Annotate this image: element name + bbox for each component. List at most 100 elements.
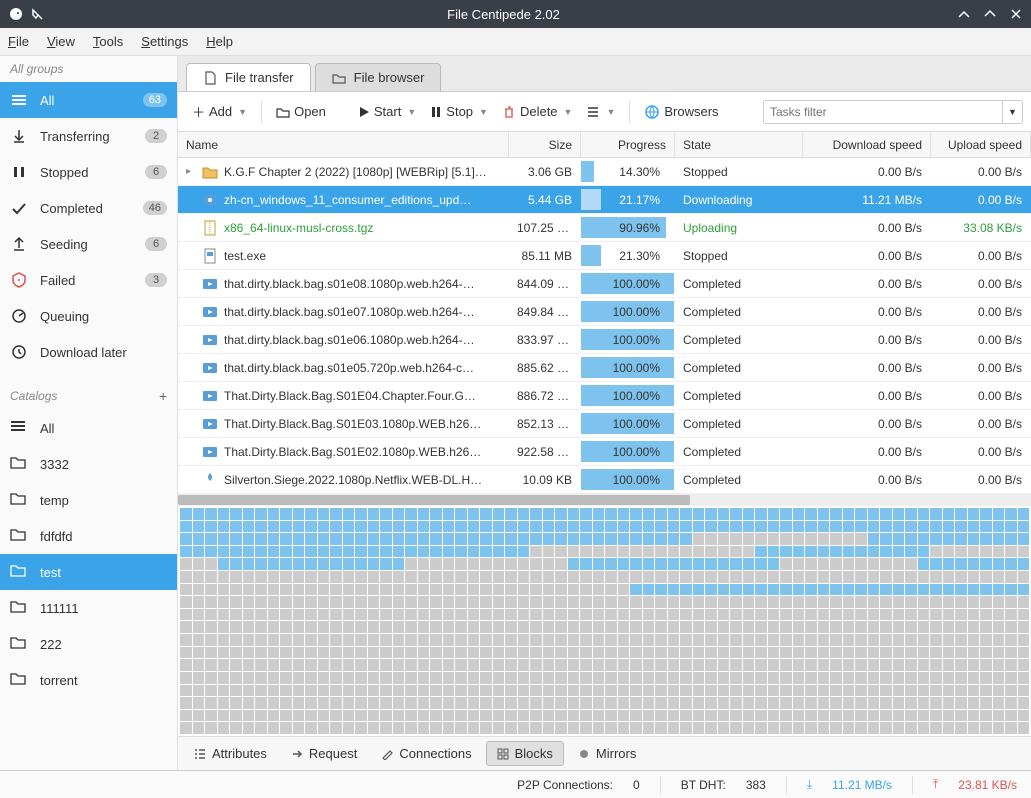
block <box>430 621 442 633</box>
start-button[interactable]: Start▼ <box>352 100 422 123</box>
catalog-item[interactable]: test <box>0 554 177 590</box>
table-row[interactable]: That.Dirty.Black.Bag.S01E03.1080p.WEB.h2… <box>178 410 1031 438</box>
block <box>468 647 480 659</box>
catalog-label: temp <box>40 493 69 508</box>
table-row[interactable]: zh-cn_windows_11_consumer_editions_upd… … <box>178 186 1031 214</box>
tab-attributes[interactable]: Attributes <box>184 742 277 765</box>
block <box>980 659 992 671</box>
menu-tools[interactable]: Tools <box>93 34 123 49</box>
menu-button[interactable]: ▼ <box>580 101 621 123</box>
table-row[interactable]: that.dirty.black.bag.s01e05.720p.web.h26… <box>178 354 1031 382</box>
table-row[interactable]: that.dirty.black.bag.s01e07.1080p.web.h2… <box>178 298 1031 326</box>
menu-help[interactable]: Help <box>206 34 233 49</box>
tab-request[interactable]: Request <box>281 742 367 765</box>
browsers-button[interactable]: Browsers <box>638 100 724 124</box>
table-row[interactable]: test.exe 85.11 MB 21.30% Stopped 0.00 B/… <box>178 242 1031 270</box>
block <box>805 546 817 558</box>
block <box>755 647 767 659</box>
add-button[interactable]: ＋ Add▼ <box>186 98 253 125</box>
table-row[interactable]: ▸ K.G.F Chapter 2 (2022) [1080p] [WEBRip… <box>178 158 1031 186</box>
block <box>843 710 855 722</box>
open-button[interactable]: Open <box>270 100 332 123</box>
table-row[interactable]: That.Dirty.Black.Bag.S01E04.Chapter.Four… <box>178 382 1031 410</box>
block <box>255 634 267 646</box>
catalog-item[interactable]: 3332 <box>0 446 177 482</box>
col-state[interactable]: State <box>675 132 803 157</box>
col-progress[interactable]: Progress <box>581 132 675 157</box>
tasks-filter-dropdown[interactable]: ▼ <box>1003 100 1023 124</box>
block <box>793 521 805 533</box>
block <box>393 685 405 697</box>
block <box>755 546 767 558</box>
menu-view[interactable]: View <box>47 34 75 49</box>
dl-speed: 0.00 B/s <box>803 165 931 179</box>
tab-blocks[interactable]: Blocks <box>486 741 564 766</box>
block <box>968 634 980 646</box>
catalog-item[interactable]: 111111 <box>0 590 177 626</box>
block <box>455 697 467 709</box>
block <box>843 621 855 633</box>
close-button[interactable] <box>1009 7 1023 21</box>
block <box>768 508 780 520</box>
catalog-item[interactable]: fdfdfd <box>0 518 177 554</box>
block <box>430 659 442 671</box>
block <box>980 685 992 697</box>
sidebar-group-seeding[interactable]: Seeding6 <box>0 226 177 262</box>
block <box>568 546 580 558</box>
block <box>730 621 742 633</box>
sidebar-group-stopped[interactable]: Stopped6 <box>0 154 177 190</box>
block <box>643 685 655 697</box>
horizontal-scrollbar[interactable] <box>178 494 1031 506</box>
col-ul[interactable]: Upload speed <box>931 132 1031 157</box>
maximize-button[interactable] <box>983 7 997 21</box>
block <box>480 521 492 533</box>
stop-button[interactable]: Stop▼ <box>424 100 494 123</box>
sidebar-group-queuing[interactable]: Queuing <box>0 298 177 334</box>
catalog-item[interactable]: temp <box>0 482 177 518</box>
catalog-item[interactable]: torrent <box>0 662 177 698</box>
block <box>218 659 230 671</box>
tasks-filter-input[interactable] <box>763 100 1003 124</box>
block <box>480 508 492 520</box>
sidebar-group-failed[interactable]: Failed3 <box>0 262 177 298</box>
sidebar-group-completed[interactable]: Completed46 <box>0 190 177 226</box>
block <box>655 647 667 659</box>
block <box>868 659 880 671</box>
sidebar: All groups All63Transferring2Stopped6Com… <box>0 56 178 770</box>
block <box>268 621 280 633</box>
block <box>480 722 492 734</box>
tab-connections[interactable]: Connections <box>371 742 481 765</box>
block <box>218 647 230 659</box>
expand-icon[interactable]: ▸ <box>186 166 196 177</box>
block <box>418 634 430 646</box>
tab-mirrors[interactable]: Mirrors <box>568 742 646 765</box>
block <box>980 508 992 520</box>
col-dl[interactable]: Download speed <box>803 132 931 157</box>
delete-button[interactable]: Delete▼ <box>496 100 579 123</box>
sidebar-group-transferring[interactable]: Transferring2 <box>0 118 177 154</box>
tab-file-transfer[interactable]: File transfer <box>186 63 311 91</box>
add-catalog-button[interactable]: + <box>159 388 167 404</box>
table-row[interactable]: x86_64-linux-musl-cross.tgz 107.25 MB 90… <box>178 214 1031 242</box>
table-row[interactable]: that.dirty.black.bag.s01e08.1080p.web.h2… <box>178 270 1031 298</box>
block <box>768 672 780 684</box>
block <box>693 634 705 646</box>
sidebar-group-all[interactable]: All63 <box>0 82 177 118</box>
catalog-item[interactable]: 222 <box>0 626 177 662</box>
menu-file[interactable]: File <box>8 34 29 49</box>
sidebar-group-download-later[interactable]: Download later <box>0 334 177 370</box>
block <box>380 697 392 709</box>
grid-icon <box>497 748 509 760</box>
table-row[interactable]: Silverton.Siege.2022.1080p.Netflix.WEB-D… <box>178 466 1031 494</box>
catalog-item[interactable]: All <box>0 410 177 446</box>
pin-icon[interactable] <box>30 7 44 21</box>
col-name[interactable]: Name <box>178 132 509 157</box>
minimize-button[interactable] <box>957 7 971 21</box>
table-row[interactable]: That.Dirty.Black.Bag.S01E02.1080p.WEB.h2… <box>178 438 1031 466</box>
col-size[interactable]: Size <box>509 132 581 157</box>
block <box>918 546 930 558</box>
menu-settings[interactable]: Settings <box>141 34 188 49</box>
block <box>968 647 980 659</box>
table-row[interactable]: that.dirty.black.bag.s01e06.1080p.web.h2… <box>178 326 1031 354</box>
tab-file-browser[interactable]: File browser <box>315 63 442 91</box>
